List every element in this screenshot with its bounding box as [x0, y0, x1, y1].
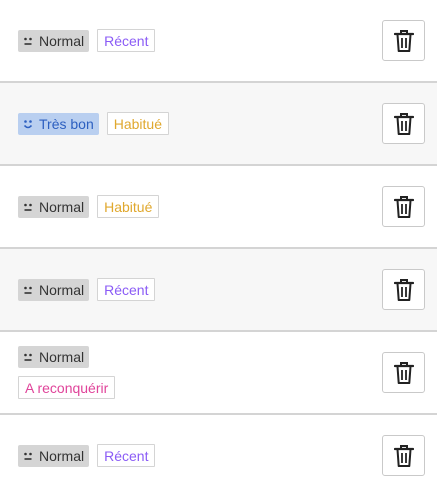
list-item: Normal A reconquérir — [0, 332, 437, 415]
neutral-face-icon — [24, 353, 32, 361]
customer-list: Normal Récent Très bon Habitué Normal Ha… — [0, 0, 437, 498]
neutral-face-icon — [24, 203, 32, 211]
smiling-face-icon — [23, 119, 33, 128]
list-item: Normal Habitué — [0, 166, 437, 249]
trash-icon — [393, 29, 414, 52]
tag-group: Normal Récent — [18, 29, 156, 52]
delete-button[interactable] — [382, 20, 425, 61]
mood-badge: Normal — [18, 195, 90, 218]
list-item: Très bon Habitué — [0, 83, 437, 166]
list-item: Normal Récent — [0, 0, 437, 83]
segment-tag: Habitué — [106, 112, 169, 135]
mood-label: Très bon — [39, 115, 94, 132]
mood-badge: Normal — [18, 29, 90, 52]
delete-button[interactable] — [382, 352, 425, 393]
mood-badge: Normal — [18, 444, 90, 467]
trash-icon — [393, 112, 414, 135]
trash-icon — [393, 444, 414, 467]
tag-group: Normal Récent — [18, 278, 156, 301]
segment-tag: Récent — [97, 444, 156, 467]
delete-button[interactable] — [382, 269, 425, 310]
tag-group: Normal Habitué — [18, 195, 160, 218]
trash-icon — [393, 195, 414, 218]
trash-icon — [393, 278, 414, 301]
delete-button[interactable] — [382, 186, 425, 227]
mood-label: Normal — [39, 281, 85, 298]
neutral-face-icon — [24, 452, 32, 460]
tag-group: Normal A reconquérir — [18, 346, 116, 399]
segment-tag: Récent — [97, 278, 156, 301]
segment-tag: Récent — [97, 29, 156, 52]
list-item: Normal Récent — [0, 249, 437, 332]
mood-label: Normal — [39, 349, 85, 365]
mood-label: Normal — [39, 198, 85, 215]
mood-badge: Normal — [18, 278, 90, 301]
list-item: Normal Récent — [0, 415, 437, 498]
mood-label: Normal — [39, 447, 85, 464]
mood-badge: Très bon — [18, 112, 99, 135]
mood-label: Normal — [39, 32, 85, 49]
neutral-face-icon — [24, 37, 32, 45]
tag-group: Normal Récent — [18, 444, 156, 467]
delete-button[interactable] — [382, 435, 425, 476]
segment-tag: Habitué — [97, 195, 160, 218]
tag-group: Très bon Habitué — [18, 112, 169, 135]
mood-badge: Normal — [18, 346, 90, 368]
neutral-face-icon — [24, 286, 32, 294]
delete-button[interactable] — [382, 103, 425, 144]
trash-icon — [393, 361, 414, 384]
segment-tag: A reconquérir — [18, 376, 116, 399]
